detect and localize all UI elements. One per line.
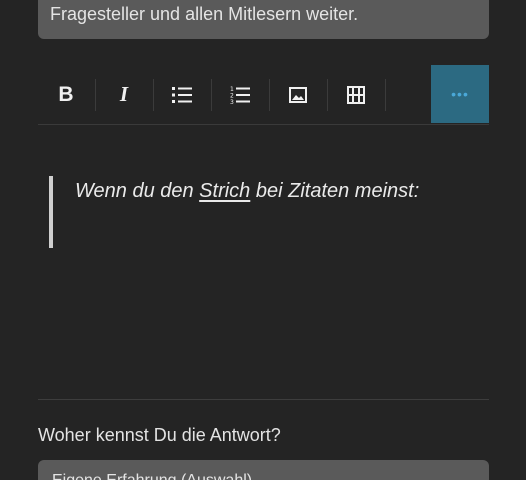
svg-text:3: 3 xyxy=(230,99,234,105)
quote-link[interactable]: Strich xyxy=(199,180,250,202)
answer-editor-screen: Fragesteller und allen Mitlesern weiter.… xyxy=(0,0,526,480)
toolbar-separator xyxy=(385,79,386,111)
bullet-list-button[interactable] xyxy=(154,66,210,123)
answer-text-editor[interactable]: Wenn du den Strich bei Zitaten meinst: xyxy=(38,124,489,399)
hint-text: Fragesteller und allen Mitlesern weiter. xyxy=(50,4,359,24)
italic-icon: I xyxy=(119,82,129,106)
numbered-list-icon: 1 2 3 xyxy=(230,86,250,105)
formatting-toolbar: B I 1 2 3 ••• xyxy=(38,65,489,125)
source-select-value: Eigene Erfahrung (Auswahl) xyxy=(52,472,252,480)
insert-image-button[interactable] xyxy=(270,66,326,123)
source-question-label: Woher kennst Du die Antwort? xyxy=(38,425,281,445)
insert-video-button[interactable] xyxy=(328,66,384,123)
bold-icon: B xyxy=(58,82,74,106)
numbered-list-button[interactable]: 1 2 3 xyxy=(212,66,268,123)
section-divider xyxy=(38,399,489,400)
bullet-list-icon xyxy=(172,86,192,103)
source-select[interactable]: Eigene Erfahrung (Auswahl) xyxy=(38,460,489,480)
video-icon xyxy=(347,85,365,104)
hint-box: Fragesteller und allen Mitlesern weiter. xyxy=(38,0,489,39)
quote-text-after: bei Zitaten meinst: xyxy=(250,180,420,202)
blockquote-text: Wenn du den Strich bei Zitaten meinst: xyxy=(75,180,419,203)
image-icon xyxy=(289,86,307,103)
blockquote-bar xyxy=(49,176,53,248)
more-icon: ••• xyxy=(451,86,469,102)
italic-button[interactable]: I xyxy=(96,66,152,123)
more-options-button[interactable]: ••• xyxy=(431,65,489,123)
bold-button[interactable]: B xyxy=(38,66,94,123)
quote-text-before: Wenn du den xyxy=(75,180,200,202)
